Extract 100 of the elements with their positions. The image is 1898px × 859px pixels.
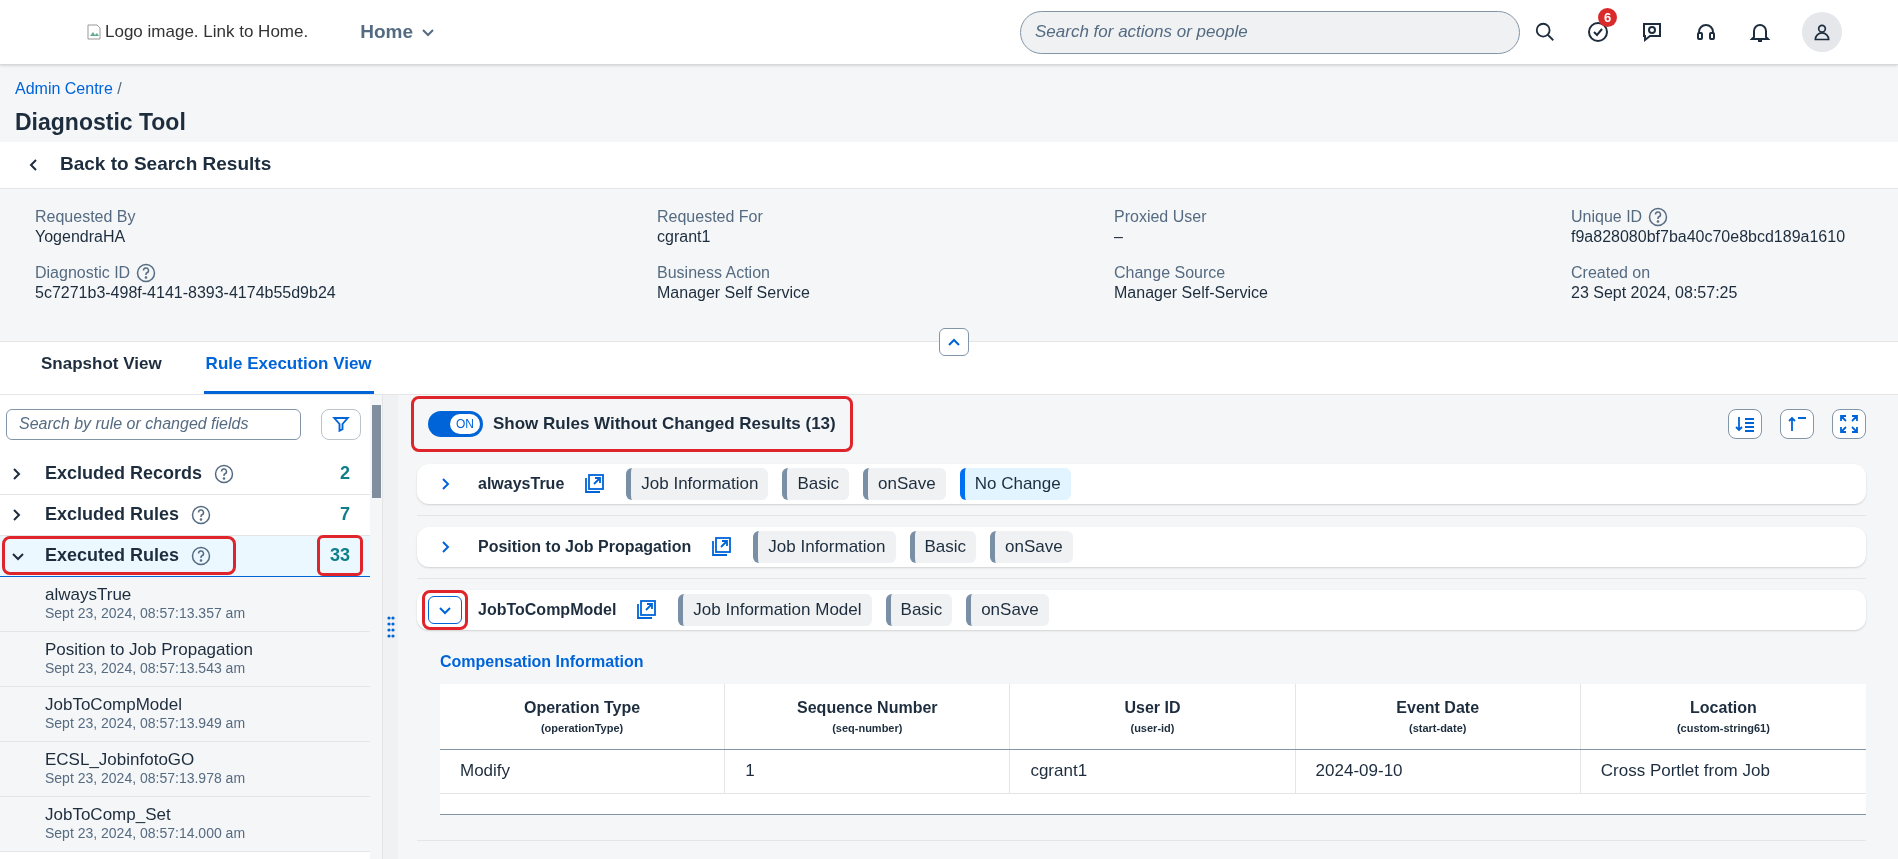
- rule-timestamp: Sept 23, 2024, 08:57:13.543 am: [45, 658, 247, 678]
- status-tag: onSave: [990, 530, 1073, 563]
- field-value: YogendraHA: [35, 226, 127, 247]
- column-title: Operation Type: [524, 697, 641, 718]
- breadcrumb-link[interactable]: Admin Centre: [15, 80, 113, 97]
- field-label: Requested By: [35, 206, 136, 227]
- fullscreen-icon: [1840, 414, 1858, 433]
- open-in-new-icon[interactable]: [636, 599, 657, 620]
- rule-name: Position to Job Propagation: [478, 536, 692, 557]
- expand-chevron-icon: [11, 507, 21, 522]
- search-field[interactable]: Search by rule or changed fields: [6, 408, 301, 440]
- expand-chevron-icon: [11, 466, 21, 481]
- chevron-up-icon: [948, 337, 960, 346]
- rule-list-item[interactable]: Position to Job Propagation: [45, 639, 370, 659]
- field-value: f9a828080bf7ba40c70e8bcd189a1610: [1571, 226, 1847, 247]
- open-in-new-icon[interactable]: [584, 473, 605, 494]
- rule-timestamp: Sept 23, 2024, 08:57:13.978 am: [45, 768, 247, 788]
- group-label: Excluded Records: [45, 462, 203, 485]
- help-icon[interactable]: [191, 504, 212, 525]
- table-cell: 2024-09-10: [1295, 749, 1581, 793]
- group-label: Excluded Rules: [45, 503, 180, 526]
- sort-descending-button[interactable]: [1728, 408, 1762, 439]
- field-label: Change Source: [1114, 262, 1226, 283]
- scrollbar[interactable]: [370, 394, 382, 859]
- back-chevron-icon[interactable]: [28, 157, 40, 172]
- avatar[interactable]: [1802, 12, 1842, 52]
- search-icon[interactable]: [1534, 21, 1556, 43]
- rule-timestamp: Sept 23, 2024, 08:57:13.949 am: [45, 713, 247, 733]
- field-value: Manager Self Service: [657, 282, 811, 303]
- rule-list-item[interactable]: JobToCompModel: [45, 694, 370, 714]
- column-field: (seq-number): [832, 719, 903, 737]
- fullscreen-button[interactable]: [1832, 408, 1866, 439]
- rule-timestamp: Sept 23, 2024, 08:57:14.000 am: [45, 823, 247, 843]
- group-row[interactable]: Executed Rules 33: [0, 535, 370, 577]
- help-icon[interactable]: [136, 262, 157, 283]
- table-cell: 1: [725, 749, 1011, 793]
- collapse-all-button[interactable]: [1780, 408, 1814, 439]
- field-value: 5c7271b3-498f-4141-8393-4174b55d9b24: [35, 282, 337, 303]
- toggle-switch[interactable]: ON: [428, 410, 483, 437]
- search-field[interactable]: Search for actions or people: [1020, 10, 1520, 54]
- chevron-right-icon: [440, 476, 450, 491]
- status-tag: Job Information: [753, 530, 896, 563]
- broken-image-icon: [87, 24, 101, 40]
- page-title: Diagnostic Tool: [15, 108, 187, 137]
- sort-descending-icon: [1735, 415, 1755, 432]
- status-tag: onSave: [966, 593, 1049, 626]
- field-label: Created on: [1571, 262, 1651, 283]
- tab[interactable]: Snapshot View: [39, 351, 164, 394]
- section-title: Compensation Information: [440, 651, 645, 672]
- rule-list-item[interactable]: JobToComp_Set: [45, 804, 370, 824]
- chevron-down-icon: [438, 604, 452, 615]
- field-value: Manager Self-Service: [1114, 282, 1269, 303]
- breadcrumb-separator: /: [117, 80, 122, 97]
- field-label: Requested For: [657, 206, 763, 227]
- rule-name: JobToCompModel: [478, 599, 617, 620]
- field-value: 23 Sept 2024, 08:57:25: [1571, 282, 1739, 303]
- caret-icon: [420, 27, 435, 37]
- open-in-new-icon[interactable]: [711, 536, 732, 557]
- column-field: (operationType): [540, 719, 624, 737]
- rule-list-item[interactable]: alwaysTrue: [45, 584, 370, 604]
- filter-button[interactable]: [321, 408, 361, 440]
- checkmark-circle-icon[interactable]: [1586, 20, 1610, 44]
- group-count: 7: [339, 503, 351, 526]
- group-label: Executed Rules: [45, 544, 180, 567]
- rule-timestamp: Sept 23, 2024, 08:57:13.357 am: [45, 603, 247, 623]
- status-tag: Job Information: [626, 467, 769, 500]
- field-value: –: [1114, 226, 1124, 247]
- collapse-button[interactable]: [939, 327, 969, 356]
- rule-list-item[interactable]: ECSL_JobinfotoGO: [45, 749, 370, 769]
- arrow-up-icon: [1787, 415, 1807, 432]
- status-tag: Basic: [885, 593, 953, 626]
- help-icon[interactable]: [191, 545, 212, 566]
- home-menu[interactable]: Home: [360, 17, 435, 47]
- group-count: 2: [339, 462, 351, 485]
- column-field: (start-date): [1408, 719, 1467, 737]
- logo-link[interactable]: Logo image. Link to Home.: [105, 19, 309, 45]
- field-value: cgrant1: [657, 226, 712, 247]
- status-tag: Job Information Model: [678, 593, 872, 626]
- field-label: Business Action: [657, 262, 770, 283]
- column-title: Location: [1690, 697, 1757, 718]
- column-title: Event Date: [1396, 697, 1480, 718]
- column-title: Sequence Number: [797, 697, 938, 718]
- status-tag: No Change: [959, 467, 1071, 500]
- splitter-grip-icon[interactable]: [386, 615, 395, 638]
- column-field: (custom-string61): [1676, 719, 1770, 737]
- help-icon[interactable]: [214, 463, 235, 484]
- back-link[interactable]: Back to Search Results: [60, 150, 272, 179]
- status-tag: onSave: [863, 467, 946, 500]
- notification-badge: 6: [1598, 8, 1618, 27]
- column-title: User ID: [1124, 697, 1181, 718]
- status-tag: Basic: [782, 467, 850, 500]
- table-cell-text: Cross Portlet from Job: [1599, 760, 1771, 783]
- collapse-chevron-icon: [11, 550, 25, 561]
- field-label: Diagnostic ID: [35, 262, 131, 283]
- chat-bubble-icon[interactable]: [1640, 20, 1664, 44]
- column-field: (user-id): [1130, 719, 1175, 737]
- help-icon[interactable]: [1648, 206, 1669, 227]
- collapse-button[interactable]: [428, 595, 462, 624]
- chevron-right-icon: [440, 539, 450, 554]
- field-label: Unique ID: [1571, 206, 1643, 227]
